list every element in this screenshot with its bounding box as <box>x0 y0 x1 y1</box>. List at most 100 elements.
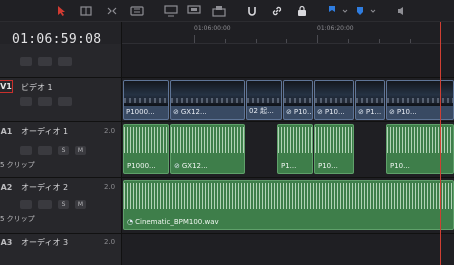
clip-thumbnail <box>247 81 281 106</box>
clip-thumbnail <box>387 81 453 106</box>
ruler-tick <box>348 39 349 43</box>
audio-clip[interactable]: ⊘ GX12... <box>170 124 245 174</box>
clip-label-text: Cinematic_BPM100.wav <box>135 218 219 226</box>
solo-button[interactable]: S <box>58 200 69 209</box>
video-clip[interactable]: P1000... <box>123 80 169 120</box>
track-display-button[interactable] <box>58 97 72 106</box>
chevron-down-icon[interactable] <box>365 3 381 19</box>
chevron-down-icon[interactable] <box>337 3 353 19</box>
mute-button[interactable]: M <box>75 200 86 209</box>
replace-icon[interactable] <box>186 3 202 19</box>
audio-clip[interactable]: P1000... <box>123 124 169 174</box>
clip-label: 02 起... <box>249 107 274 115</box>
track-name[interactable]: オーディオ 3 <box>21 237 68 248</box>
auto-select-button[interactable] <box>38 146 52 155</box>
clip-label-text: GX12... <box>180 108 207 116</box>
ruler-label: 01:06:20:00 <box>317 25 354 32</box>
ruler-label: 01:06:00:00 <box>194 25 231 32</box>
audio-clip[interactable]: P10... <box>386 124 454 174</box>
pointer-icon[interactable] <box>54 3 70 19</box>
timeline-ruler[interactable]: 01:06:00:00 01:06:20:00 <box>122 22 454 44</box>
track-display-button[interactable] <box>58 57 72 66</box>
audio-clip[interactable]: P1... <box>277 124 313 174</box>
track-name[interactable]: ビデオ 1 <box>21 82 53 93</box>
clip-thumbnail <box>356 81 384 106</box>
waveform <box>124 127 168 153</box>
track-id-v1[interactable]: V1 <box>0 80 13 93</box>
waveform <box>124 183 453 209</box>
waveform <box>278 127 312 153</box>
clip-label-text: P10... <box>396 108 417 116</box>
video-clip[interactable]: 02 起... <box>246 80 282 120</box>
clip-label: P1000... <box>127 162 156 170</box>
track-level: 2.0 <box>104 238 116 246</box>
lock-track-button[interactable] <box>20 146 32 155</box>
dynamic-trim-icon[interactable] <box>104 3 120 19</box>
waveform <box>387 127 453 153</box>
blade-icon[interactable] <box>129 3 145 19</box>
track-name[interactable]: オーディオ 1 <box>21 126 68 137</box>
link-icon: ⊘ <box>358 108 364 116</box>
clip-thumbnail <box>315 81 353 106</box>
clip-label: P1000... <box>126 108 155 116</box>
clip-thumbnail <box>124 81 168 106</box>
track-header: A2 オーディオ 2 2.0 S M 5 クリップ <box>0 178 122 233</box>
clip-label: P10... <box>318 162 338 170</box>
clip-count: 5 クリップ <box>0 161 35 169</box>
link-icon: ⊘ <box>389 108 395 116</box>
clip-label: P10... <box>390 162 410 170</box>
link-icon: ⊘ <box>173 108 179 116</box>
clip-label: ⊘ P10... <box>389 108 417 116</box>
clip-label: ◔ Cinematic_BPM100.wav <box>127 218 219 226</box>
audio-icon[interactable] <box>394 3 410 19</box>
clip-count: 5 クリップ <box>0 215 35 223</box>
auto-select-button[interactable] <box>38 200 52 209</box>
clip-label-text: P10... <box>324 108 345 116</box>
solo-button[interactable]: S <box>58 146 69 155</box>
link-icon: ⊘ <box>317 108 323 116</box>
track-header: A3 オーディオ 3 2.0 <box>0 234 122 265</box>
ruler-tick <box>317 35 318 43</box>
ruler-tick <box>194 35 195 43</box>
overwrite-icon[interactable] <box>163 3 179 19</box>
mute-button[interactable]: M <box>75 146 86 155</box>
track-id-a3[interactable]: A3 <box>0 236 13 249</box>
video-clip[interactable]: ⊘ P10... <box>386 80 454 120</box>
audio-track-a3: A3 オーディオ 3 2.0 <box>0 234 454 265</box>
snap-icon[interactable] <box>244 3 260 19</box>
video-clip[interactable]: ⊘ P10... <box>283 80 313 120</box>
waveform <box>171 127 244 153</box>
lock-track-button[interactable] <box>20 97 32 106</box>
track-header: V1 ビデオ 1 <box>0 78 122 121</box>
video-clip[interactable]: ⊘ GX12... <box>170 80 245 120</box>
clip-label: ⊘ P10... <box>317 108 345 116</box>
track-name[interactable]: オーディオ 2 <box>21 182 68 193</box>
lock-track-button[interactable] <box>20 57 32 66</box>
auto-select-button[interactable] <box>38 97 52 106</box>
audio-clip[interactable]: P10... <box>314 124 354 174</box>
link-icon[interactable] <box>269 3 285 19</box>
video-clip[interactable]: ⊘ P1... <box>355 80 385 120</box>
clip-label: ⊘ GX12... <box>174 162 208 170</box>
audio-clip[interactable]: ◔ Cinematic_BPM100.wav <box>123 180 454 230</box>
video-clip[interactable]: ⊘ P10... <box>314 80 354 120</box>
ruler-tick <box>286 39 287 43</box>
auto-select-button[interactable] <box>38 57 52 66</box>
timeline-toolbar <box>0 0 454 22</box>
track-id-a2[interactable]: A2 <box>0 181 13 194</box>
track-header: A1 オーディオ 1 2.0 S M 5 クリップ <box>0 122 122 177</box>
playhead[interactable] <box>440 22 441 265</box>
clip-label: ⊘ GX12... <box>173 108 207 116</box>
place-on-top-icon[interactable] <box>211 3 227 19</box>
lock-track-button[interactable] <box>20 200 32 209</box>
track-level: 2.0 <box>104 127 116 135</box>
lock-icon[interactable] <box>294 3 310 19</box>
ruler-tick <box>410 39 411 43</box>
ruler-tick <box>256 39 257 43</box>
track-id-a1[interactable]: A1 <box>0 125 13 138</box>
clip-thumbnail <box>171 81 244 106</box>
clip-label-text: P1... <box>365 108 382 116</box>
audio-track-a1: A1 オーディオ 1 2.0 S M 5 クリップ P1000... ⊘ GX12… <box>0 122 454 178</box>
clip-label: P1... <box>281 162 297 170</box>
trim-icon[interactable] <box>78 3 94 19</box>
